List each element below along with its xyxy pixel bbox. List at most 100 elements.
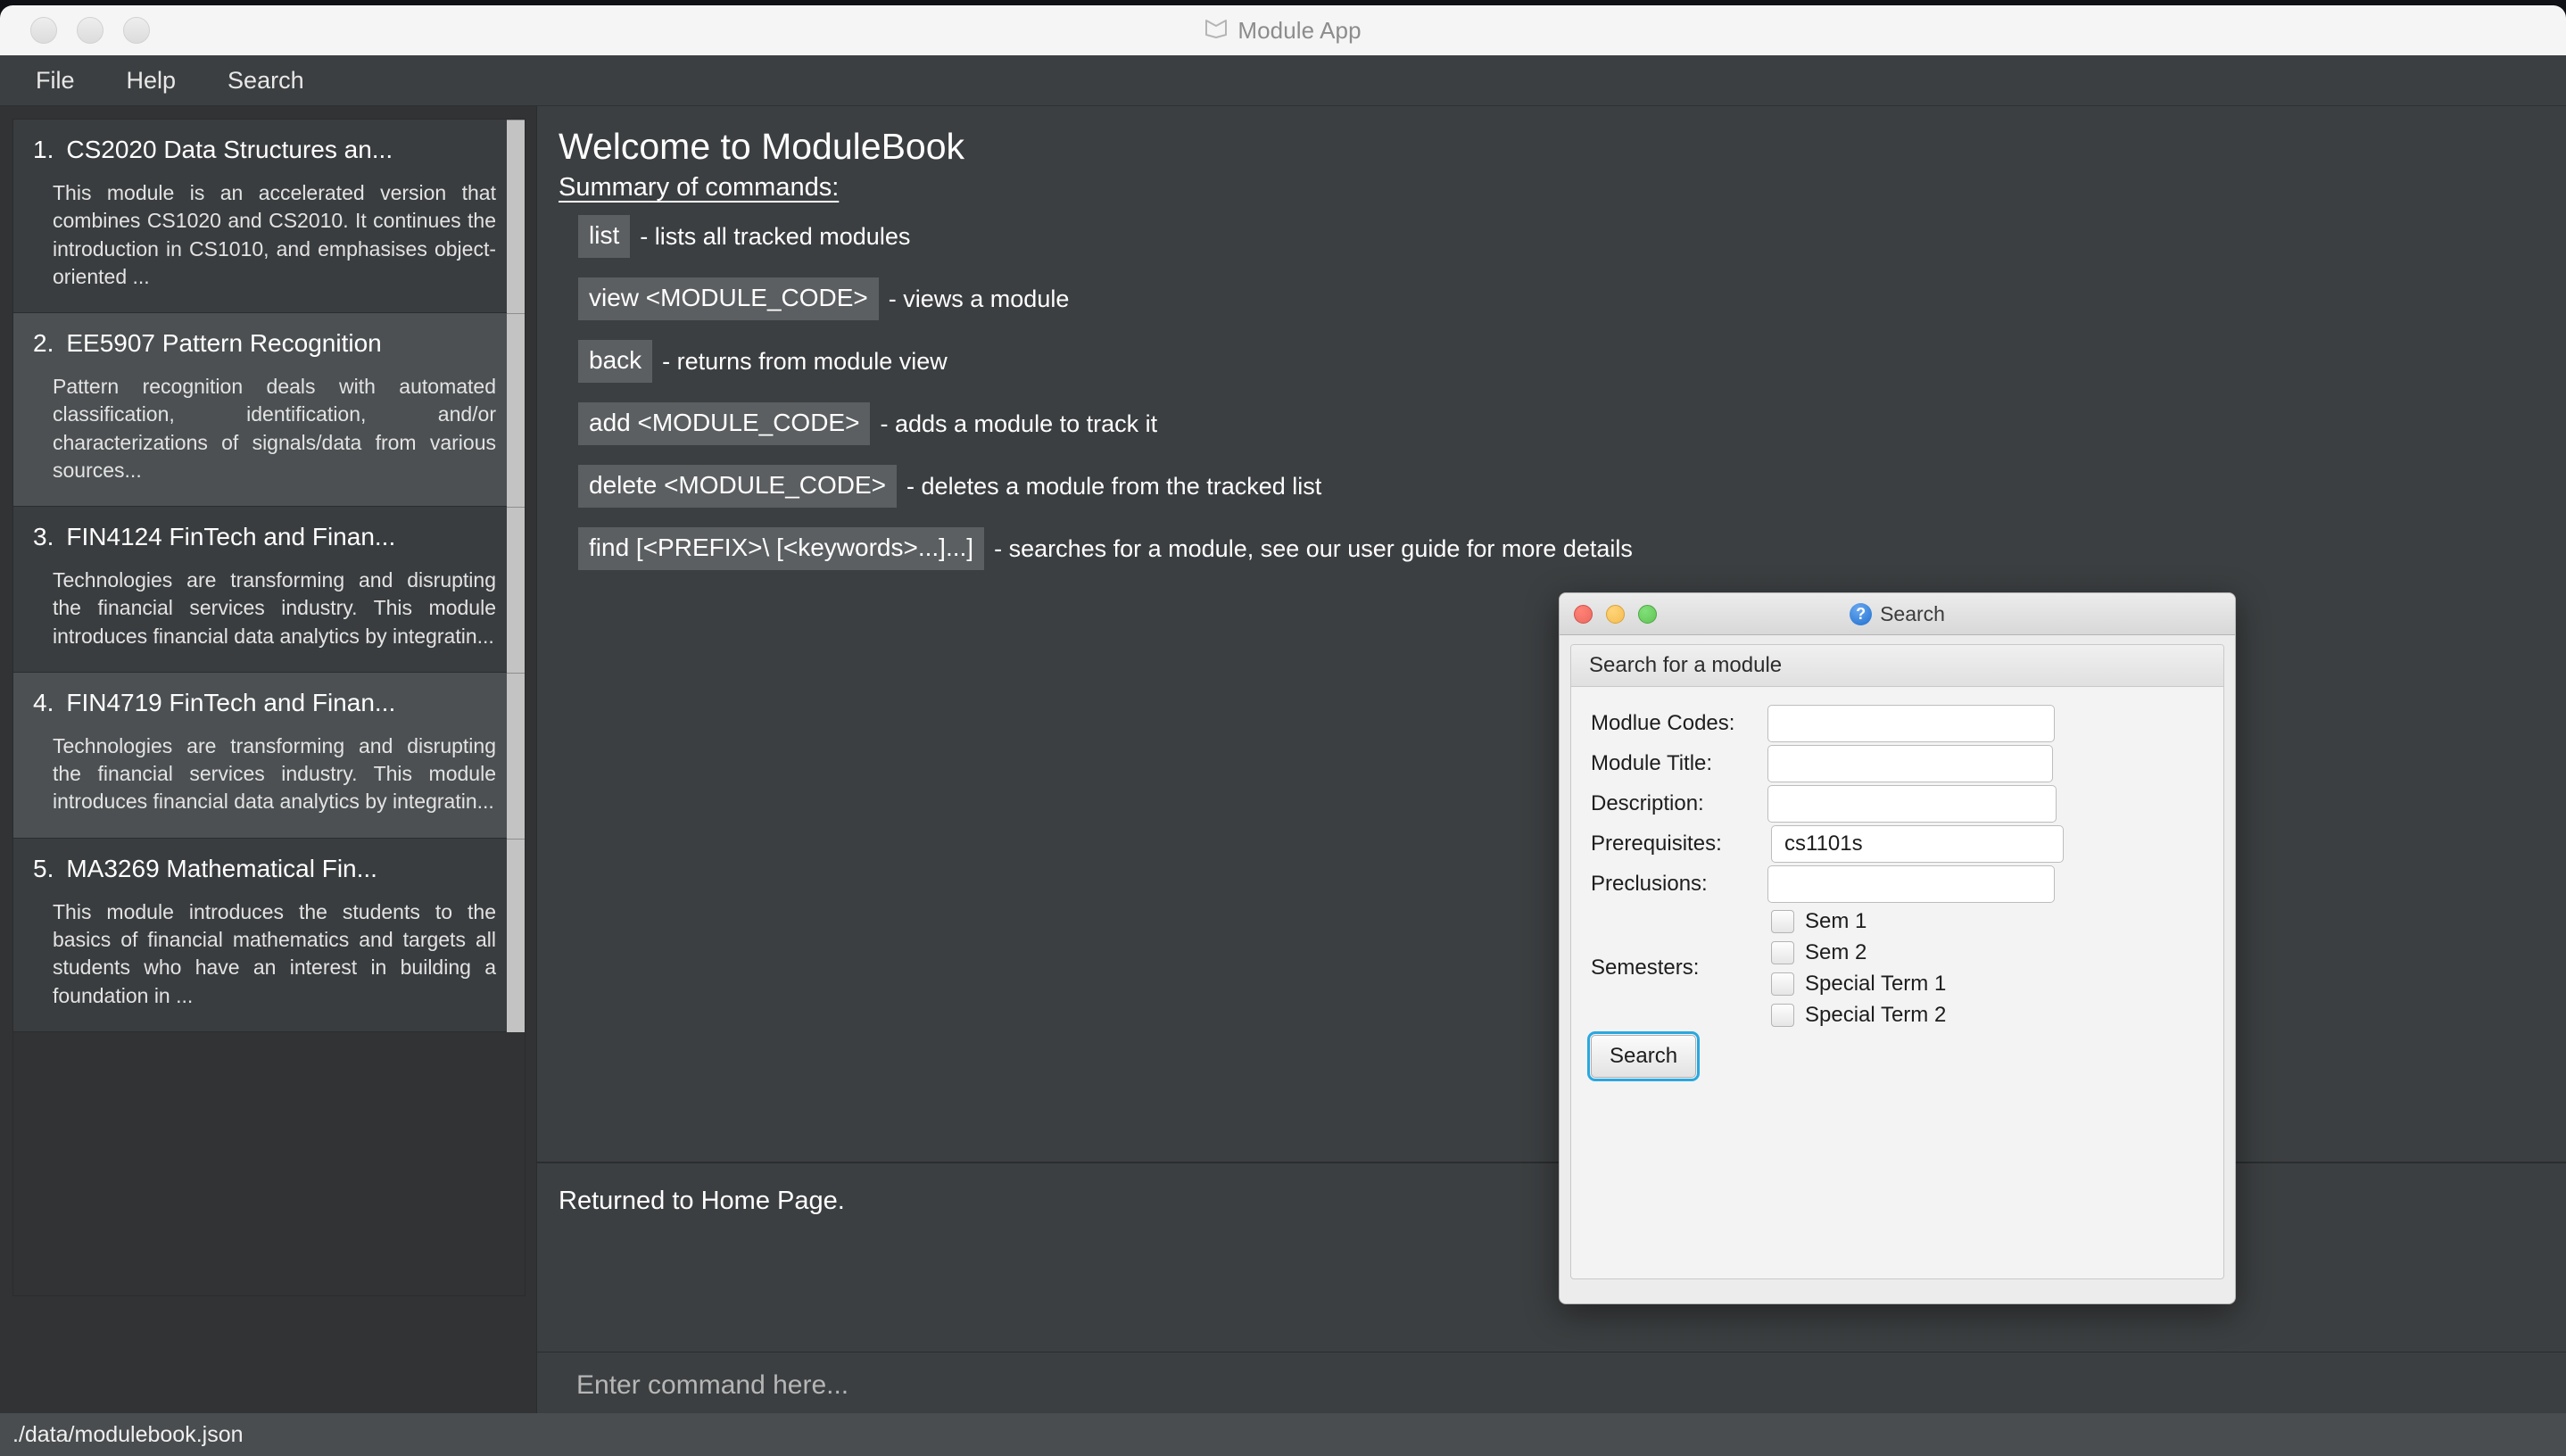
search-dialog-title: Search — [1880, 601, 1945, 625]
window-title-group: Module App — [0, 17, 2566, 45]
summary-of-commands-label: Summary of commands: — [559, 173, 840, 202]
form-row-module-codes: Modlue Codes: — [1571, 705, 2223, 742]
command-chip: back — [578, 340, 653, 383]
form-row-semesters: Semesters: Sem 1 Sem 2 Special Term 1 Sp… — [1571, 906, 2223, 1030]
list-item-scroll-indicator[interactable] — [507, 672, 525, 839]
search-dialog-title-group: ? Search — [1560, 602, 2235, 626]
module-title-input[interactable] — [1767, 745, 2053, 782]
window-titlebar: Module App — [0, 5, 2566, 55]
command-row: view <MODULE_CODE> - views a module — [578, 277, 2566, 320]
menu-bar: File Help Search — [0, 55, 2566, 106]
module-name: MA3269 Mathematical Fin... — [66, 854, 377, 882]
prerequisites-label: Prerequisites: — [1591, 831, 1722, 856]
module-list-sidebar: 1. CS2020 Data Structures an... This modu… — [0, 106, 536, 1456]
menu-item-search[interactable]: Search — [220, 63, 311, 98]
checkbox-icon[interactable] — [1771, 972, 1794, 996]
semesters-checkbox-group: Sem 1 Sem 2 Special Term 1 Special Term … — [1771, 906, 1946, 1030]
module-name: FIN4719 FinTech and Finan... — [66, 688, 396, 716]
command-chip: add <MODULE_CODE> — [578, 402, 871, 445]
book-icon — [1204, 19, 1228, 43]
module-index: 4. — [33, 688, 54, 716]
description-input[interactable] — [1767, 785, 2057, 823]
command-row: find [<PREFIX>\ [<keywords>...]...] - se… — [578, 527, 2566, 570]
module-title-line: 3. FIN4124 FinTech and Finan... — [33, 523, 501, 551]
checkbox-icon[interactable] — [1771, 909, 1794, 933]
form-row-description: Description: — [1571, 785, 2223, 823]
module-name: CS2020 Data Structures an... — [66, 136, 393, 163]
status-bar: ./data/modulebook.json — [0, 1413, 2566, 1456]
command-chip: list — [578, 215, 631, 258]
search-form: Modlue Codes: Module Title: Description:… — [1571, 687, 2223, 1081]
prerequisites-input[interactable]: cs1101s — [1771, 825, 2064, 863]
search-dialog-traffic-lights — [1574, 604, 1657, 624]
list-item-scroll-indicator[interactable] — [507, 507, 525, 673]
search-panel-header: Search for a module — [1571, 645, 2223, 687]
page-title: Welcome to ModuleBook — [559, 126, 965, 167]
list-item[interactable]: 4. FIN4719 FinTech and Finan... Technolog… — [13, 672, 525, 839]
command-description: - lists all tracked modules — [640, 222, 911, 250]
search-dialog[interactable]: ? Search Search for a module Modlue Code… — [1559, 592, 2236, 1304]
semester-option-sem-2[interactable]: Sem 2 — [1771, 937, 1946, 968]
list-item[interactable]: 2. EE5907 Pattern Recognition Pattern rec… — [13, 313, 525, 508]
semester-label: Special Term 2 — [1805, 1002, 1947, 1027]
preclusions-label: Preclusions: — [1591, 872, 1708, 896]
command-description: - adds a module to track it — [880, 410, 1158, 437]
semester-option-sem-1[interactable]: Sem 1 — [1771, 906, 1946, 937]
result-display-panel: Returned to Home Page. — [537, 1162, 2566, 1352]
search-button[interactable]: Search — [1586, 1031, 1701, 1081]
module-description: Technologies are transforming and disrup… — [53, 733, 496, 814]
module-codes-label: Modlue Codes: — [1591, 711, 1735, 735]
close-button[interactable] — [30, 17, 57, 44]
semester-option-special-term-2[interactable]: Special Term 2 — [1771, 999, 1946, 1030]
module-title-label: Module Title: — [1591, 751, 1713, 775]
app-title: Module App — [1237, 16, 1362, 44]
save-location-path: ./data/modulebook.json — [12, 1421, 244, 1447]
module-description: This module introduces the students to t… — [53, 899, 496, 1007]
module-list[interactable]: 1. CS2020 Data Structures an... This modu… — [12, 119, 526, 1296]
search-dialog-minimize-button[interactable] — [1606, 604, 1625, 624]
form-row-prerequisites: Prerequisites: cs1101s — [1571, 825, 2223, 863]
command-description: - deletes a module from the tracked list — [906, 472, 1322, 500]
menu-item-help[interactable]: Help — [120, 63, 184, 98]
list-item[interactable]: 5. MA3269 Mathematical Fin... This module… — [13, 838, 525, 1032]
module-description: This module is an accelerated version th… — [53, 181, 496, 288]
module-index: 3. — [33, 523, 54, 551]
module-description: Pattern recognition deals with automated… — [53, 375, 496, 482]
module-name: FIN4124 FinTech and Finan... — [66, 523, 396, 551]
module-title-line: 1. CS2020 Data Structures an... — [33, 136, 501, 164]
question-mark-icon: ? — [1850, 602, 1873, 625]
search-dialog-close-button[interactable] — [1574, 604, 1593, 624]
module-description: Technologies are transforming and disrup… — [53, 568, 496, 648]
command-input-placeholder: Enter command here... — [576, 1370, 849, 1400]
checkbox-icon[interactable] — [1771, 1003, 1794, 1027]
search-dialog-maximize-button[interactable] — [1638, 604, 1657, 624]
command-description: - views a module — [888, 285, 1070, 312]
checkbox-icon[interactable] — [1771, 940, 1794, 964]
menu-item-file[interactable]: File — [29, 63, 82, 98]
list-item[interactable]: 1. CS2020 Data Structures an... This modu… — [13, 120, 525, 314]
module-name: EE5907 Pattern Recognition — [66, 329, 382, 358]
form-row-preclusions: Preclusions: — [1571, 865, 2223, 903]
module-index: 1. — [33, 136, 54, 163]
list-item[interactable]: 3. FIN4124 FinTech and Finan... Technolog… — [13, 507, 525, 673]
search-panel: Search for a module Modlue Codes: Module… — [1570, 644, 2224, 1279]
list-item-scroll-indicator[interactable] — [507, 120, 525, 314]
semester-label: Sem 2 — [1805, 939, 1867, 964]
semesters-label: Semesters: — [1591, 956, 1700, 980]
module-title-line: 2. EE5907 Pattern Recognition — [33, 329, 501, 358]
module-codes-input[interactable] — [1767, 705, 2055, 742]
command-row: back - returns from module view — [578, 340, 2566, 383]
semester-option-special-term-1[interactable]: Special Term 1 — [1771, 968, 1946, 999]
main-pane: Welcome to ModuleBook Summary of command… — [536, 106, 2566, 1456]
command-chip: delete <MODULE_CODE> — [578, 465, 898, 508]
list-item-scroll-indicator[interactable] — [507, 313, 525, 508]
list-item-scroll-indicator[interactable] — [507, 838, 525, 1032]
module-index: 2. — [33, 329, 54, 358]
command-chip: view <MODULE_CODE> — [578, 277, 879, 320]
preclusions-input[interactable] — [1767, 865, 2055, 903]
window-traffic-lights — [30, 17, 150, 44]
semester-label: Sem 1 — [1805, 908, 1867, 933]
command-row: delete <MODULE_CODE> - deletes a module … — [578, 465, 2566, 508]
minimize-button[interactable] — [77, 17, 103, 44]
maximize-button[interactable] — [123, 17, 150, 44]
